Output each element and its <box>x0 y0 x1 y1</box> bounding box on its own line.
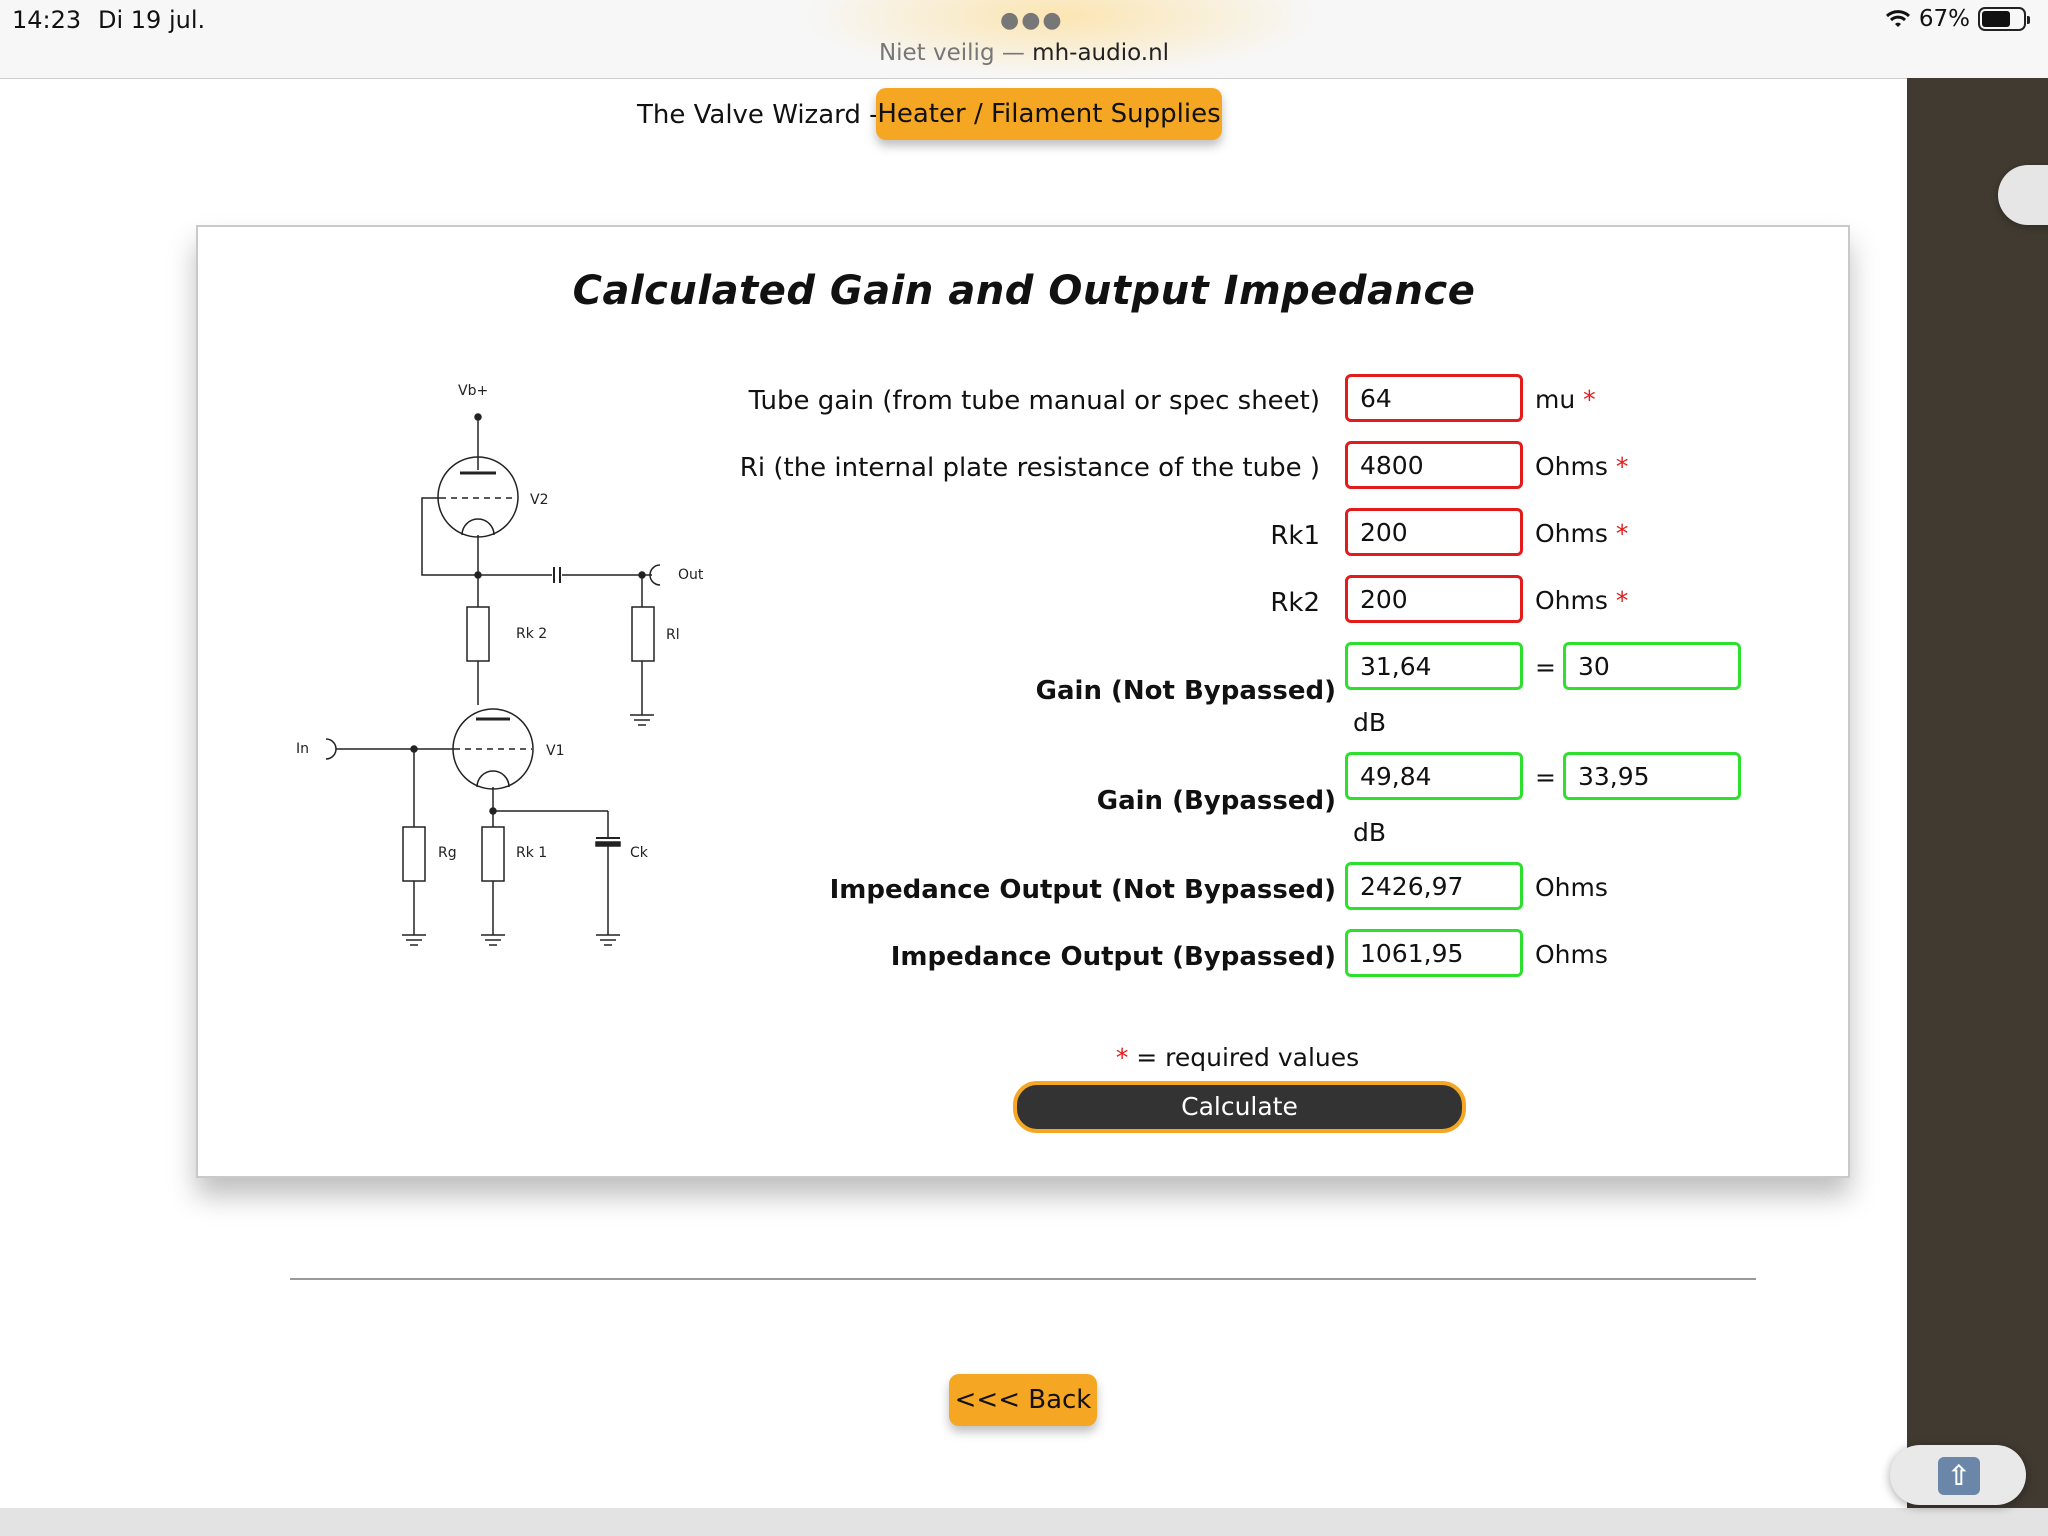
up-arrow-icon: ⇧ <box>1938 1457 1980 1495</box>
rl-label: Rl <box>666 627 680 643</box>
impedance-bypassed-label: Impedance Output (Bypassed) <box>890 942 1336 972</box>
vb-label: Vb+ <box>458 383 488 399</box>
required-star: * <box>1615 519 1629 548</box>
site-crumb: The Valve Wizard - <box>637 100 879 130</box>
gain-not-bypassed-db-output[interactable]: 30 <box>1563 642 1741 690</box>
back-button[interactable]: <<< Back <box>949 1374 1097 1426</box>
rk2-field-label: Rk2 <box>1270 588 1320 618</box>
page-title: Calculated Gain and Output Impedance <box>572 268 1476 314</box>
rk1-label: Rk 1 <box>516 845 547 861</box>
bottom-toolbar <box>0 1508 2048 1536</box>
wifi-icon <box>1885 10 1910 27</box>
db-unit: dB <box>1353 708 1387 737</box>
insecure-label: Niet veilig — <box>878 40 1025 66</box>
equals-sign: = <box>1535 763 1556 792</box>
ck-label: Ck <box>630 845 649 861</box>
ohms-unit: Ohms <box>1535 940 1608 969</box>
ohms-unit: Ohms <box>1535 452 1608 481</box>
circuit-diagram: Vb+ V2 Out Rl Rk 2 V1 In Rg Rk 1 Ck <box>296 383 704 946</box>
rk2-input[interactable]: 200 <box>1345 575 1523 623</box>
required-star: * <box>1615 586 1629 615</box>
required-text: = required values <box>1136 1043 1360 1072</box>
v2-label: V2 <box>530 492 548 508</box>
status-time: 14:23 <box>12 6 82 34</box>
more-dots-icon[interactable]: ●●● <box>1000 8 1064 33</box>
rk2-label: Rk 2 <box>516 626 547 642</box>
status-date: Di 19 jul. <box>98 6 206 34</box>
ohms-unit: Ohms <box>1535 586 1608 615</box>
calculate-button[interactable]: Calculate <box>1013 1081 1466 1133</box>
ohms-unit: Ohms <box>1535 519 1608 548</box>
required-star: * <box>1583 385 1596 414</box>
tube-gain-input[interactable]: 64 <box>1345 374 1523 422</box>
scroll-to-top-button[interactable]: ⇧ <box>1890 1445 2026 1505</box>
divider <box>290 1278 1756 1280</box>
required-note: * = required values <box>0 1043 2048 1072</box>
in-label: In <box>296 741 309 757</box>
v1-label: V1 <box>546 743 564 759</box>
mu-unit: mu <box>1535 385 1576 414</box>
required-star: * <box>1115 1043 1129 1072</box>
gain-bypassed-output[interactable]: 49,84 <box>1345 752 1523 800</box>
db-unit: dB <box>1353 818 1387 847</box>
address-bar[interactable]: Niet veilig — mh-audio.nl <box>0 40 2048 66</box>
impedance-not-bypassed-output[interactable]: 2426,97 <box>1345 862 1523 910</box>
rk2-unit: Ohms * <box>1535 586 1628 615</box>
url-domain: mh-audio.nl <box>1032 40 1170 66</box>
out-label: Out <box>678 567 704 583</box>
heater-filament-link[interactable]: Heater / Filament Supplies <box>876 88 1222 140</box>
rk1-unit: Ohms * <box>1535 519 1628 548</box>
equals-sign: = <box>1535 653 1556 682</box>
rk1-field-label: Rk1 <box>1270 521 1320 551</box>
required-star: * <box>1615 452 1629 481</box>
status-right: 67% <box>1885 6 2030 32</box>
ri-input[interactable]: 4800 <box>1345 441 1523 489</box>
impedance-bypassed-output[interactable]: 1061,95 <box>1345 929 1523 977</box>
status-bar: 14:23 Di 19 jul. ●●● Niet veilig — mh-au… <box>0 0 2048 79</box>
gain-not-bypassed-label: Gain (Not Bypassed) <box>1035 676 1336 706</box>
gain-bypassed-db-output[interactable]: 33,95 <box>1563 752 1741 800</box>
ri-unit: Ohms * <box>1535 452 1628 481</box>
ri-label: Ri (the internal plate resistance of the… <box>739 453 1320 483</box>
tube-gain-label: Tube gain (from tube manual or spec shee… <box>748 386 1320 416</box>
rk1-input[interactable]: 200 <box>1345 508 1523 556</box>
rg-label: Rg <box>438 845 457 861</box>
impedance-not-bypassed-label: Impedance Output (Not Bypassed) <box>829 875 1336 905</box>
ohms-unit: Ohms <box>1535 873 1608 902</box>
battery-icon <box>1978 7 2030 31</box>
gain-bypassed-label: Gain (Bypassed) <box>1096 786 1336 816</box>
gain-not-bypassed-output[interactable]: 31,64 <box>1345 642 1523 690</box>
tube-gain-unit: mu * <box>1535 385 1596 414</box>
battery-percent: 67% <box>1918 6 1970 32</box>
